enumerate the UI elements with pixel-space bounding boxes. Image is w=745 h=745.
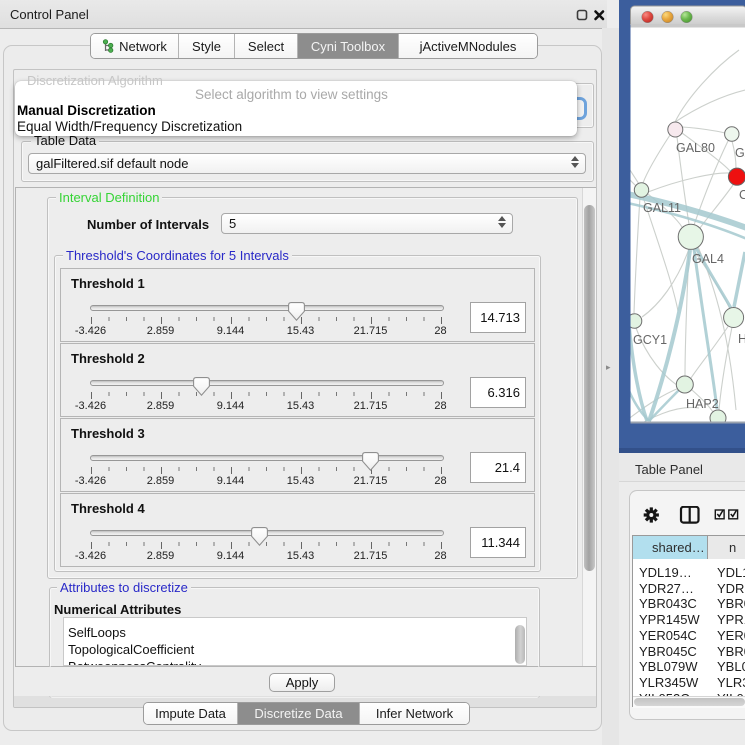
svg-text:GA: GA [735,146,745,160]
svg-text:CD: CD [739,188,745,202]
svg-text:HA: HA [738,332,745,346]
svg-text:GAL11: GAL11 [643,201,681,215]
svg-text:HAP2: HAP2 [686,397,719,411]
svg-text:GAL80: GAL80 [676,141,715,155]
svg-text:GCY1: GCY1 [633,333,667,347]
svg-text:GAL4: GAL4 [692,252,724,266]
